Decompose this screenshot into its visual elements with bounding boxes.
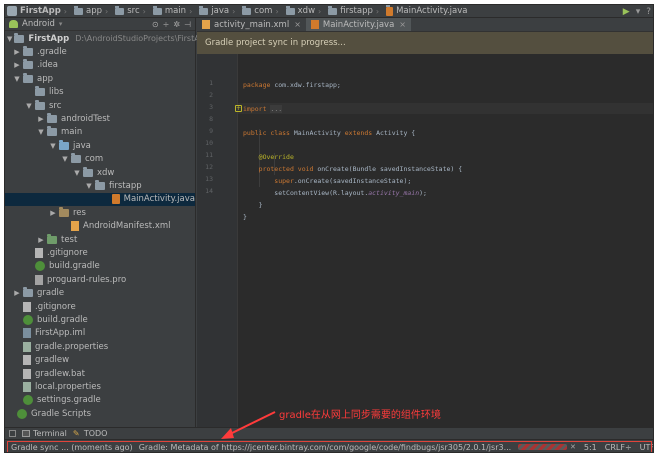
annotation-arrow (221, 411, 276, 439)
annotation-text: gradle在从网上同步需要的组件环境 (279, 410, 441, 421)
